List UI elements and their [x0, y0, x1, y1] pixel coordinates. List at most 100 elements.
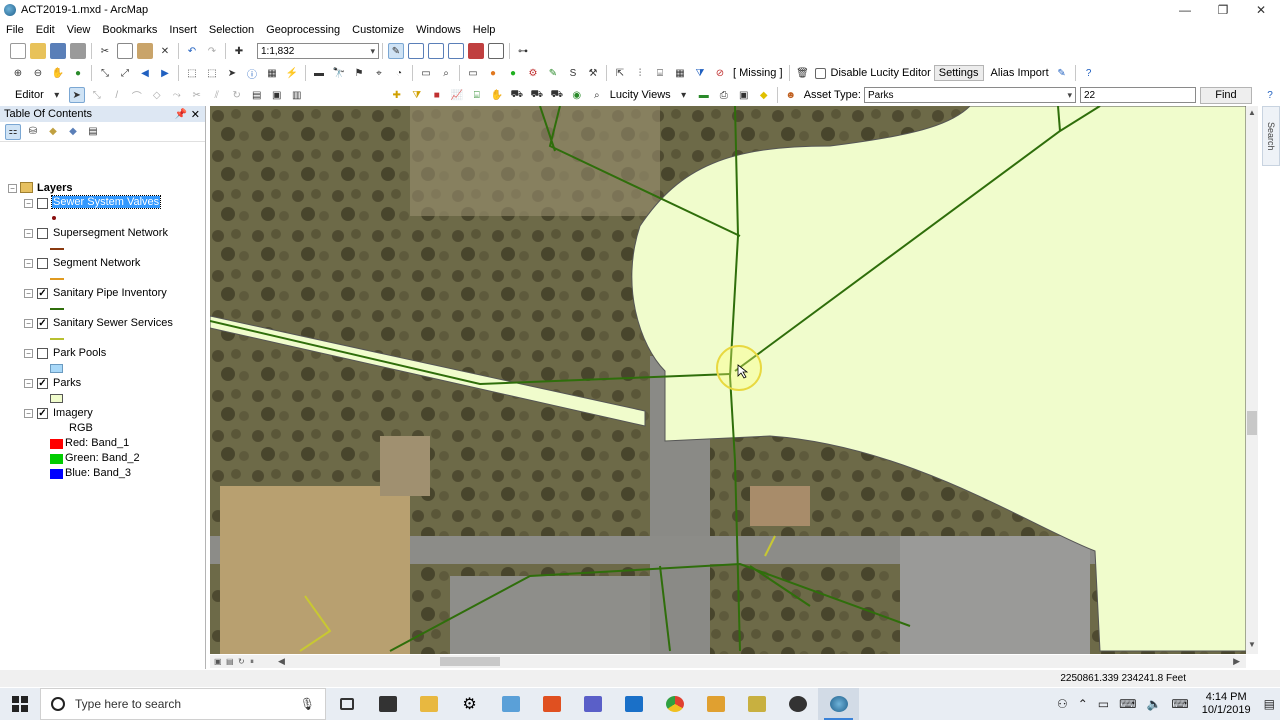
map-scale-combo[interactable]: 1:1,832	[257, 43, 379, 59]
find-button[interactable]: Find	[1199, 86, 1252, 104]
toc-close-icon[interactable]: ✕	[191, 108, 200, 121]
copy-icon[interactable]	[117, 43, 133, 59]
toc-options-icon[interactable]: ▤	[85, 124, 101, 140]
back-extent-icon[interactable]: ◀	[137, 65, 153, 81]
layer-expander[interactable]: −	[24, 229, 33, 238]
scroll-down-icon[interactable]: ▼	[1246, 640, 1258, 652]
layer-label-segment-network[interactable]: Segment Network	[53, 257, 140, 269]
minimize-button[interactable]: —	[1166, 0, 1204, 20]
database-icon[interactable]	[736, 688, 777, 720]
layers-expander[interactable]: −	[8, 184, 17, 193]
html-popup-icon[interactable]: ▦	[264, 65, 280, 81]
layer-label-parks[interactable]: Parks	[53, 377, 81, 389]
menu-insert[interactable]: Insert	[163, 24, 203, 36]
layer-visibility-checkbox[interactable]: ✓	[37, 318, 48, 329]
lucity-funnel2-icon[interactable]: ⧩	[409, 87, 425, 103]
split-icon[interactable]: ⫽	[209, 87, 225, 103]
menu-selection[interactable]: Selection	[203, 24, 260, 36]
notifications-icon[interactable]: ▤	[1264, 697, 1275, 711]
pencil-icon[interactable]: ✎	[1054, 65, 1070, 81]
find-input[interactable]: 22	[1079, 87, 1196, 103]
list-by-selection-icon[interactable]: ◆	[65, 124, 81, 140]
arccatalog-icon[interactable]	[490, 688, 531, 720]
disable-lucity-checkbox[interactable]	[814, 67, 826, 79]
menu-windows[interactable]: Windows	[410, 24, 467, 36]
list-by-source-icon[interactable]: ⛁	[25, 124, 41, 140]
refresh-icon[interactable]: ↻	[238, 657, 248, 667]
fixed-zoom-in-icon[interactable]: ⤡	[97, 65, 113, 81]
attributes-icon[interactable]: ▤	[249, 87, 265, 103]
scroll-right-icon[interactable]: ▶	[1233, 656, 1240, 667]
table-of-contents-icon[interactable]	[408, 43, 424, 59]
map-vertical-scrollbar[interactable]: ▲ ▼	[1246, 106, 1258, 654]
lucity-green-icon[interactable]: ●	[505, 65, 521, 81]
lucity-truck3-icon[interactable]: ⛟	[549, 87, 565, 103]
layer-label-sanitary-pipe-inventory[interactable]: Sanitary Pipe Inventory	[53, 287, 167, 299]
lucity-map-icon[interactable]: ▭	[465, 65, 481, 81]
clear-selection-icon[interactable]: ⬚	[204, 65, 220, 81]
obs-icon[interactable]	[777, 688, 818, 720]
search-side-tab[interactable]: Search	[1262, 106, 1280, 166]
help2-icon[interactable]: ?	[1262, 87, 1278, 103]
zoom-out-icon[interactable]: ⊖	[30, 65, 46, 81]
asset-type-combo[interactable]: Parks	[863, 87, 1076, 103]
lucity-tool-icon[interactable]: ⚒	[585, 65, 601, 81]
trace-icon[interactable]: ⌒	[129, 87, 145, 103]
hyperlink-icon[interactable]: ⚡	[284, 65, 300, 81]
settings-button[interactable]: Settings	[933, 65, 984, 81]
scroll-up-icon[interactable]: ▲	[1246, 108, 1258, 120]
lucity-funnel-icon[interactable]: ⧩	[692, 65, 708, 81]
alias-import-button[interactable]: Alias Import	[988, 67, 1052, 79]
lucity-link-icon[interactable]: ⚙	[525, 65, 541, 81]
layer-expander[interactable]: −	[24, 349, 33, 358]
layer-visibility-checkbox[interactable]: ✓	[37, 288, 48, 299]
trash-icon[interactable]: 🗑	[795, 65, 811, 81]
sketch-properties-icon[interactable]: ▣	[269, 87, 285, 103]
layer-expander[interactable]: −	[24, 409, 33, 418]
tray-chevron-icon[interactable]: ⌃	[1078, 697, 1088, 711]
layer-label-sanitary-sewer-services[interactable]: Sanitary Sewer Services	[53, 317, 173, 329]
layer-visibility-checkbox[interactable]	[37, 198, 48, 209]
explorer-icon[interactable]	[408, 688, 449, 720]
arctoolbox-icon[interactable]	[468, 43, 484, 59]
system-clock[interactable]: 4:14 PM 10/1/2019	[1202, 691, 1251, 717]
lucity-box-icon[interactable]: ▣	[736, 87, 752, 103]
lucity-views-dropdown-icon[interactable]: ▾	[676, 87, 692, 103]
edit-tool-icon[interactable]: ➤	[68, 87, 85, 103]
people-icon[interactable]: ⚇	[1057, 697, 1068, 711]
menu-view[interactable]: View	[61, 24, 97, 36]
network-icon[interactable]: ⌨	[1119, 697, 1136, 711]
layer-visibility-checkbox[interactable]	[37, 348, 48, 359]
menu-edit[interactable]: Edit	[30, 24, 61, 36]
layer-expander[interactable]: −	[24, 259, 33, 268]
find-route-icon[interactable]: ⚑	[351, 65, 367, 81]
layer-label-sewer-system-valves[interactable]: Sewer System Valves	[50, 195, 162, 209]
lucity-arrow-icon[interactable]: ◆	[756, 87, 772, 103]
scroll-thumb[interactable]	[1247, 411, 1257, 435]
chrome-icon[interactable]	[654, 688, 695, 720]
arcgis-tool-icon[interactable]	[695, 688, 736, 720]
lucity-truck-icon[interactable]: ⛟	[509, 87, 525, 103]
lucity-views-button[interactable]: Lucity Views	[607, 89, 674, 101]
taskbar-search-box[interactable]: Type here to search 🎙	[40, 688, 326, 720]
lucity-red-icon[interactable]: ■	[429, 87, 445, 103]
menu-bookmarks[interactable]: Bookmarks	[96, 24, 163, 36]
list-by-visibility-icon[interactable]: ◆	[45, 124, 61, 140]
reshape-icon[interactable]: ⤳	[169, 87, 185, 103]
fixed-zoom-out-icon[interactable]: ⤢	[117, 65, 133, 81]
layers-root-label[interactable]: Layers	[37, 182, 72, 194]
go-to-xy-icon[interactable]: ⌖	[371, 65, 387, 81]
lucity-orange-icon[interactable]: ●	[485, 65, 501, 81]
menu-help[interactable]: Help	[467, 24, 502, 36]
disable-lucity-label[interactable]: Disable Lucity Editor	[828, 67, 934, 79]
layer-visibility-checkbox[interactable]	[37, 258, 48, 269]
identify-icon[interactable]: ⓘ	[244, 65, 260, 81]
layout-view-icon[interactable]: ▤	[226, 657, 236, 667]
start-button[interactable]	[0, 688, 40, 720]
data-view-icon[interactable]: ▣	[214, 657, 224, 667]
scroll-left-icon[interactable]: ◀	[278, 656, 285, 667]
close-button[interactable]: ✕	[1242, 0, 1280, 20]
missing-button[interactable]: [ Missing ]	[730, 67, 786, 79]
lucity-layer-icon[interactable]: ⌸	[652, 65, 668, 81]
layer-visibility-checkbox[interactable]: ✓	[37, 408, 48, 419]
